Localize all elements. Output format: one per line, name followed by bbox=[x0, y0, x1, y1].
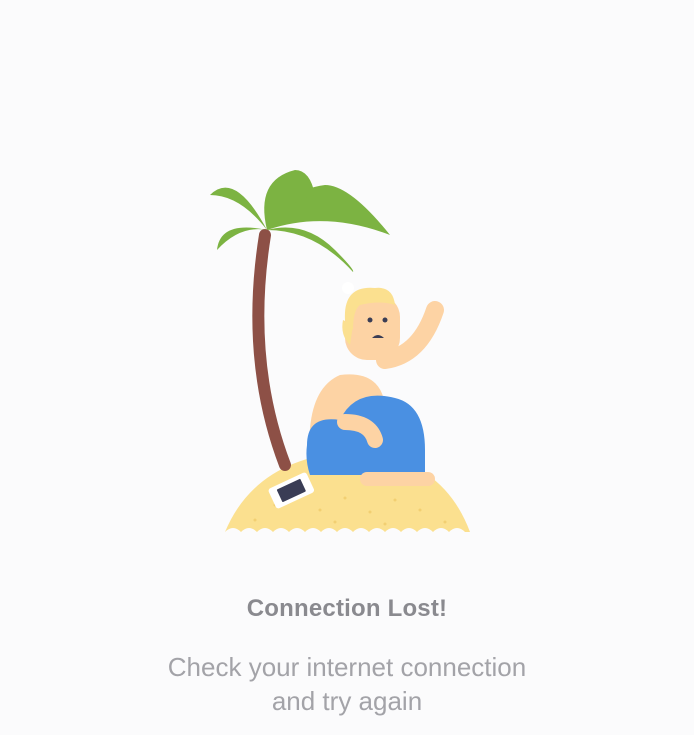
error-message-line-2: and try again bbox=[271, 686, 423, 716]
palm-leaves bbox=[210, 170, 390, 272]
error-message: Check your internet connection and try a… bbox=[0, 650, 694, 718]
stranded-on-island-icon bbox=[210, 170, 470, 540]
palm-trunk bbox=[252, 229, 291, 471]
stranded-person bbox=[306, 282, 444, 486]
error-message-line-1: Check your internet connection bbox=[167, 652, 527, 682]
connection-lost-screen: Connection Lost! Check your internet con… bbox=[0, 0, 694, 735]
error-title: Connection Lost! bbox=[246, 595, 448, 622]
